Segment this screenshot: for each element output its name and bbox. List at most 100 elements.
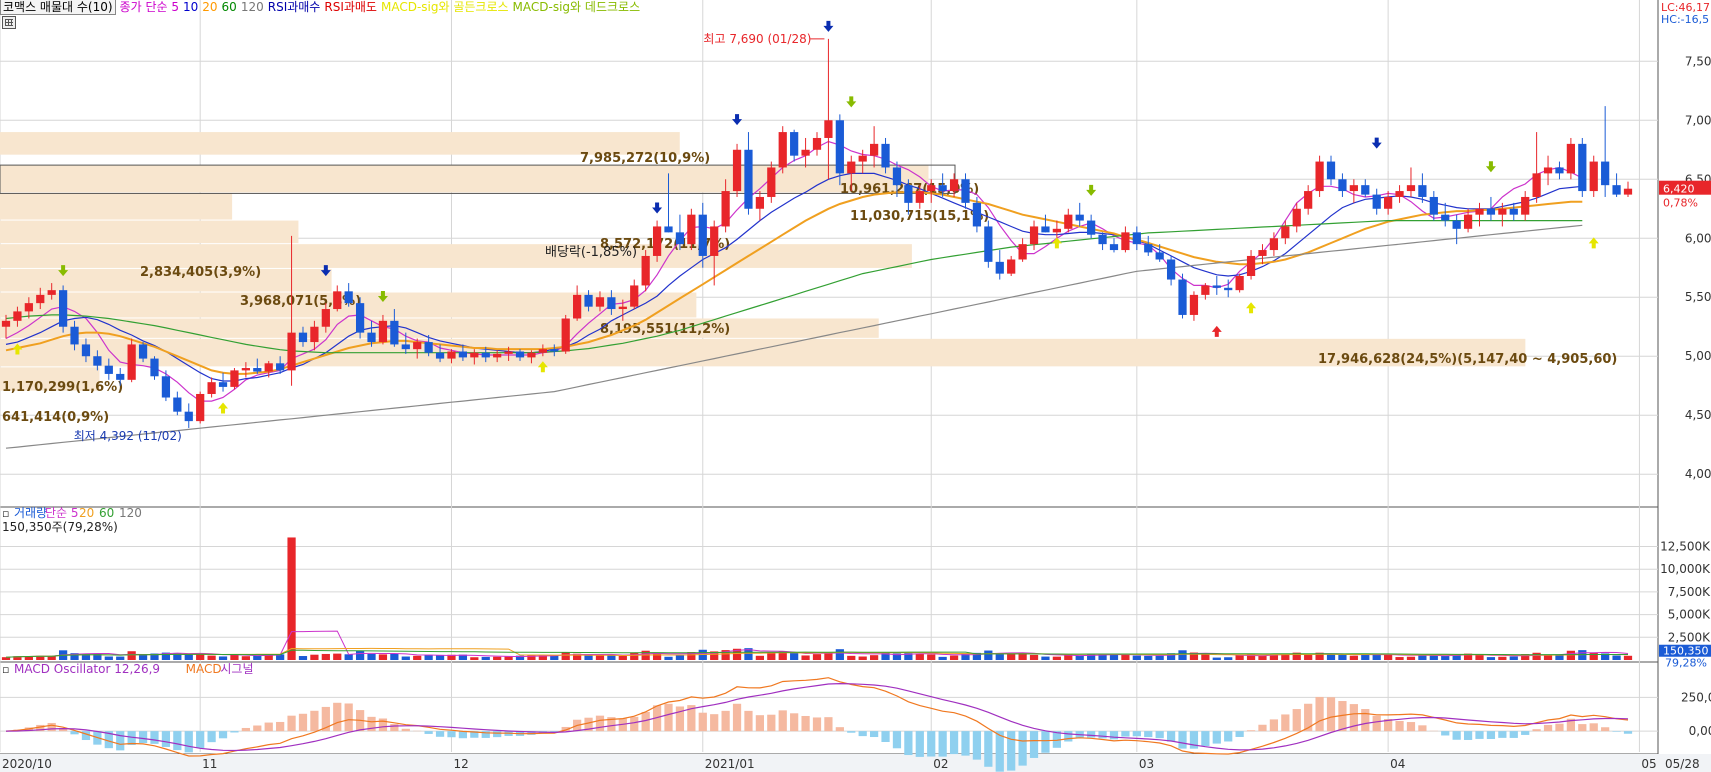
volume-profile-label: 8,195,551(11,2%) bbox=[600, 322, 730, 337]
candle-body bbox=[344, 291, 353, 304]
macd-osc-bar bbox=[1623, 731, 1633, 734]
last-price-text: 6,420 bbox=[1663, 183, 1695, 196]
volume-profile-label: 7,985,272(10,9%) bbox=[580, 151, 710, 166]
volume-bar bbox=[915, 653, 924, 660]
candle-body bbox=[1349, 185, 1358, 192]
macd-osc-bar bbox=[744, 710, 753, 732]
y-tick-label: 10,000K bbox=[1660, 562, 1711, 576]
volume-bar bbox=[1338, 655, 1347, 660]
low-marker-label: 최저 4,392 (11/02) bbox=[74, 429, 182, 443]
candle-body bbox=[595, 297, 605, 307]
volume-legend-item: 60 bbox=[99, 506, 114, 520]
volume-bar bbox=[1144, 655, 1153, 660]
candle-body bbox=[721, 191, 730, 227]
volume-bar bbox=[1612, 655, 1621, 660]
candle-body bbox=[1189, 294, 1199, 315]
macd-osc-bar bbox=[1452, 731, 1461, 740]
candle-body bbox=[59, 290, 68, 327]
macd-osc-bar bbox=[835, 727, 844, 732]
candle-body bbox=[1521, 196, 1530, 215]
candle-body bbox=[1144, 244, 1153, 253]
macd-osc-bar bbox=[1304, 703, 1313, 732]
volume-profile-bar bbox=[0, 193, 233, 220]
candle-body bbox=[664, 226, 673, 233]
candle-body bbox=[127, 344, 136, 380]
candle-body bbox=[1098, 234, 1107, 245]
volume-bar bbox=[927, 654, 936, 660]
volume-bar bbox=[755, 655, 764, 660]
volume-bar bbox=[1589, 652, 1598, 660]
legend-item[interactable]: 10 bbox=[183, 0, 198, 14]
volume-bar bbox=[298, 656, 308, 660]
volume-bar bbox=[1623, 655, 1633, 660]
volume-bar bbox=[367, 654, 376, 660]
candle-body bbox=[93, 356, 102, 366]
candle-body bbox=[104, 365, 113, 374]
legend-item[interactable]: 60 bbox=[222, 0, 237, 14]
candle-body bbox=[1406, 185, 1416, 192]
candle-body bbox=[812, 137, 822, 150]
legend-item[interactable]: RSI과매도 bbox=[324, 0, 377, 14]
macd-osc-bar bbox=[116, 731, 125, 751]
macd-osc-bar bbox=[184, 731, 193, 753]
macd-osc-bar bbox=[1224, 731, 1233, 742]
macd-osc-bar bbox=[995, 731, 1004, 772]
stock-chart[interactable]: 2020/10 11 12 2021/01 02 03 04 05 05/28 7,500 7,00… bbox=[0, 0, 1711, 772]
legend-item[interactable]: 코맥스 매물대 수(10) bbox=[0, 0, 116, 15]
candle-body bbox=[287, 332, 296, 371]
legend-item[interactable]: 120 bbox=[241, 0, 264, 14]
candle-body bbox=[710, 226, 719, 256]
macd-legend-item: MACD Oscillator 12,26,9 bbox=[14, 662, 160, 676]
volume-profile-label: 2,834,405(3,9%) bbox=[140, 265, 261, 280]
volume-bar bbox=[801, 655, 810, 660]
macd-osc-bar bbox=[1315, 696, 1324, 732]
candle-body bbox=[116, 373, 125, 380]
candle-body bbox=[1384, 196, 1393, 209]
volume-legend-item: 단순 5 bbox=[45, 506, 79, 520]
candle-body bbox=[1372, 194, 1381, 209]
volume-bar bbox=[858, 656, 867, 660]
legend-item[interactable]: 20 bbox=[202, 0, 217, 14]
candle-body bbox=[481, 352, 490, 358]
candle-body bbox=[1258, 250, 1267, 256]
volume-bar bbox=[1132, 655, 1141, 660]
candle-body bbox=[915, 191, 924, 203]
macd-osc-bar bbox=[287, 715, 296, 732]
candle-body bbox=[1029, 226, 1039, 245]
candle-body bbox=[70, 326, 79, 345]
volume-profile-label: 3,968,071(5,4%) bbox=[240, 294, 361, 309]
candle-body bbox=[47, 290, 56, 295]
candle-body bbox=[1235, 276, 1244, 291]
volume-legend-item: 거래량 bbox=[14, 506, 47, 520]
grid-icon[interactable] bbox=[2, 16, 16, 29]
candle-body bbox=[1075, 214, 1084, 221]
legend-item[interactable]: RSI과매수 bbox=[268, 0, 321, 14]
legend-item[interactable]: MACD-sig와 데드크로스 bbox=[513, 0, 641, 14]
volume-bar bbox=[378, 654, 388, 660]
volume-bar bbox=[847, 655, 856, 660]
macd-osc-bar bbox=[892, 731, 902, 749]
volume-bar bbox=[1029, 654, 1039, 660]
macd-osc-bar bbox=[1521, 731, 1530, 735]
macd-osc-bar bbox=[1418, 725, 1427, 732]
annotation-label: 배당락(-1,85%) bbox=[545, 245, 637, 260]
candle-body bbox=[1555, 167, 1564, 174]
volume-bar bbox=[207, 655, 216, 660]
candle-body bbox=[1155, 252, 1164, 260]
y-tick-label: 2,500K bbox=[1668, 630, 1711, 644]
volume-bar bbox=[938, 656, 947, 660]
macd-osc-bar bbox=[1578, 724, 1587, 732]
candle-body bbox=[493, 353, 502, 358]
x-tick-label: 11 bbox=[202, 757, 217, 771]
candle-body bbox=[618, 306, 627, 310]
macd-osc-bar bbox=[801, 715, 810, 732]
candle-body bbox=[755, 196, 764, 209]
macd-osc-bar bbox=[390, 724, 399, 732]
legend-item[interactable]: MACD-sig와 골든크로스 bbox=[381, 0, 509, 14]
candle-body bbox=[1463, 214, 1473, 229]
legend-item[interactable]: 종가 단순 5 bbox=[120, 0, 179, 14]
candle-body bbox=[1315, 161, 1324, 192]
macd-osc-bar bbox=[1246, 730, 1256, 732]
macd-osc-bar bbox=[161, 731, 171, 747]
candle-body bbox=[1018, 244, 1027, 260]
